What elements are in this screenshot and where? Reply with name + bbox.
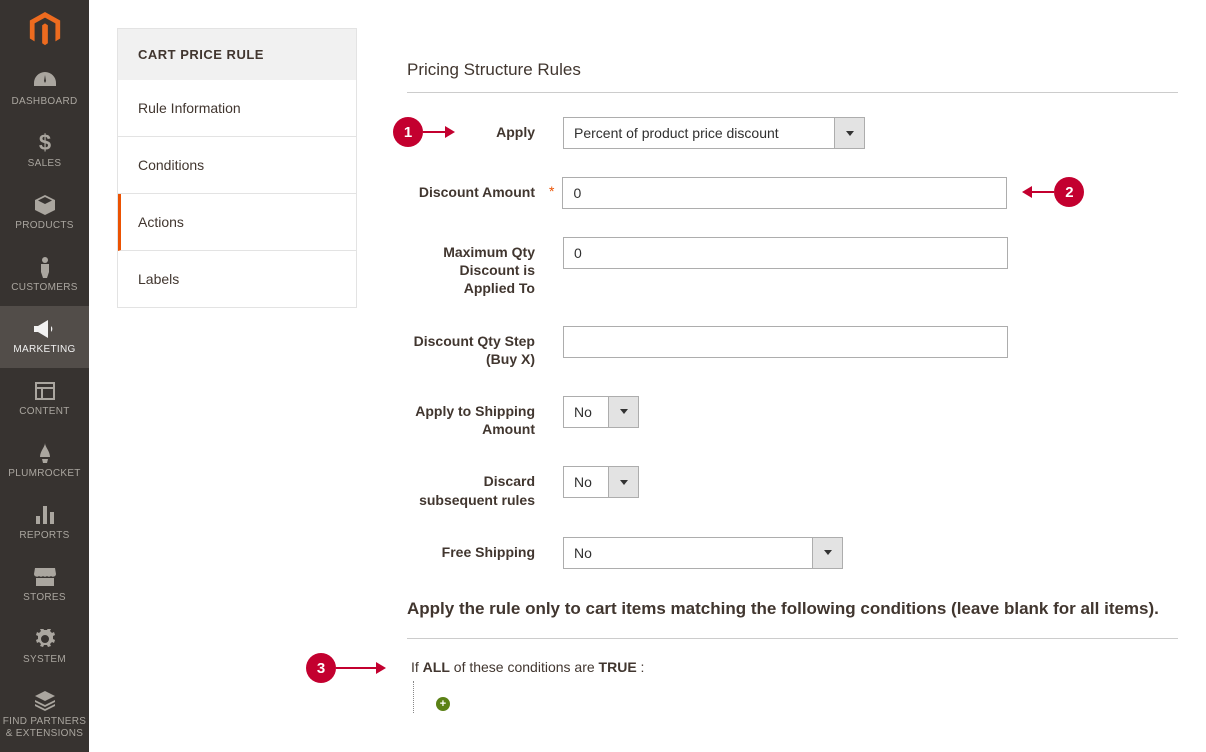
label-max-qty: Maximum Qty Discount is Applied To: [407, 237, 549, 298]
nav-label: MARKETING: [13, 344, 75, 356]
row-apply-shipping: Apply to Shipping Amount No: [407, 396, 1178, 438]
row-max-qty: Maximum Qty Discount is Applied To: [407, 237, 1178, 298]
dashboard-icon: [33, 70, 57, 92]
store-icon: [33, 566, 57, 588]
annotation-2: 2: [1022, 177, 1084, 207]
row-apply: 1 Apply Percent of product price discoun…: [407, 117, 1178, 149]
panel-item-actions[interactable]: Actions: [118, 194, 356, 251]
main-content: CART PRICE RULE Rule Information Conditi…: [89, 0, 1206, 752]
label-apply-shipping: Apply to Shipping Amount: [407, 396, 549, 438]
condition-mid: of these conditions are: [450, 659, 599, 675]
nav-plumrocket[interactable]: PLUMROCKET: [0, 430, 89, 492]
nav-label: CUSTOMERS: [11, 282, 77, 294]
section-title: Pricing Structure Rules: [407, 60, 1178, 80]
panel-item-conditions[interactable]: Conditions: [118, 137, 356, 194]
dollar-icon: $: [33, 132, 57, 154]
divider: [407, 92, 1178, 93]
person-icon: [33, 256, 57, 278]
arrow-right-icon: [376, 662, 386, 674]
apply-select[interactable]: Percent of product price discount: [563, 117, 865, 149]
chevron-down-icon[interactable]: [834, 118, 864, 148]
nav-label: STORES: [23, 592, 66, 604]
discard-select[interactable]: No: [563, 466, 639, 498]
nav-label: SYSTEM: [23, 654, 66, 666]
layout-icon: [33, 380, 57, 402]
nav-label: PRODUCTS: [15, 220, 74, 232]
nav-label: SALES: [28, 158, 62, 170]
plumrocket-icon: [33, 442, 57, 464]
free-shipping-select[interactable]: No: [563, 537, 843, 569]
annotation-badge: 1: [393, 117, 423, 147]
arrow-line: [423, 131, 445, 133]
required-mark: *: [549, 177, 554, 199]
label-discount-amount: Discount Amount: [407, 177, 549, 201]
condition-text: If ALL of these conditions are TRUE :: [407, 659, 644, 675]
discount-amount-input[interactable]: [562, 177, 1007, 209]
max-qty-input[interactable]: [563, 237, 1008, 269]
bars-icon: [33, 504, 57, 526]
nav-reports[interactable]: REPORTS: [0, 492, 89, 554]
nav-customers[interactable]: CUSTOMERS: [0, 244, 89, 306]
annotation-badge: 3: [306, 653, 336, 683]
apply-shipping-select[interactable]: No: [563, 396, 639, 428]
nav-label: DASHBOARD: [11, 96, 77, 108]
megaphone-icon: [33, 318, 57, 340]
condition-prefix: If: [411, 659, 423, 675]
select-value: No: [564, 538, 812, 568]
side-panel: CART PRICE RULE Rule Information Conditi…: [117, 28, 357, 308]
admin-sidebar: DASHBOARD $ SALES PRODUCTS CUSTOMERS MAR…: [0, 0, 89, 752]
condition-true[interactable]: TRUE: [599, 659, 637, 675]
select-value: Percent of product price discount: [564, 118, 834, 148]
panel-item-labels[interactable]: Labels: [118, 251, 356, 307]
nav-dashboard[interactable]: DASHBOARD: [0, 58, 89, 120]
arrow-line: [1032, 191, 1054, 193]
panel-header: CART PRICE RULE: [118, 29, 356, 80]
condition-all[interactable]: ALL: [423, 659, 450, 675]
nav-label: CONTENT: [19, 406, 69, 418]
nav-content[interactable]: CONTENT: [0, 368, 89, 430]
gear-icon: [33, 628, 57, 650]
label-free-shipping: Free Shipping: [407, 537, 549, 561]
annotation-1: 1: [393, 117, 455, 147]
form-area: Pricing Structure Rules 1 Apply Percent …: [407, 28, 1178, 752]
partners-icon: [33, 690, 57, 712]
panel-item-rule-info[interactable]: Rule Information: [118, 80, 356, 137]
nav-system[interactable]: SYSTEM: [0, 616, 89, 678]
qty-step-input[interactable]: [563, 326, 1008, 358]
nav-sales[interactable]: $ SALES: [0, 120, 89, 182]
nav-products[interactable]: PRODUCTS: [0, 182, 89, 244]
subsection-title: Apply the rule only to cart items matchi…: [407, 597, 1178, 621]
divider: [407, 638, 1178, 639]
row-discount-amount: Discount Amount * 2: [407, 177, 1178, 209]
annotation-3: 3: [306, 653, 386, 683]
condition-suffix: :: [637, 659, 645, 675]
chevron-down-icon[interactable]: [608, 397, 638, 427]
nav-label: REPORTS: [19, 530, 69, 542]
magento-logo-icon: [27, 12, 62, 48]
add-condition-icon[interactable]: +: [436, 697, 450, 711]
box-icon: [33, 194, 57, 216]
nav-label: FIND PARTNERS & EXTENSIONS: [0, 716, 89, 740]
condition-row: 3 If ALL of these conditions are TRUE :: [407, 659, 1178, 675]
nav-partners[interactable]: FIND PARTNERS & EXTENSIONS: [0, 678, 89, 752]
annotation-badge: 2: [1054, 177, 1084, 207]
select-value: No: [564, 397, 608, 427]
row-qty-step: Discount Qty Step (Buy X): [407, 326, 1178, 368]
nav-stores[interactable]: STORES: [0, 554, 89, 616]
chevron-down-icon[interactable]: [812, 538, 842, 568]
svg-text:$: $: [38, 132, 50, 154]
label-qty-step: Discount Qty Step (Buy X): [407, 326, 549, 368]
label-discard: Discard subsequent rules: [407, 466, 549, 508]
arrow-left-icon: [1022, 186, 1032, 198]
arrow-line: [336, 667, 376, 669]
arrow-right-icon: [445, 126, 455, 138]
nav-marketing[interactable]: MARKETING: [0, 306, 89, 368]
row-free-shipping: Free Shipping No: [407, 537, 1178, 569]
nav-label: PLUMROCKET: [8, 468, 80, 480]
chevron-down-icon[interactable]: [608, 467, 638, 497]
select-value: No: [564, 467, 608, 497]
condition-tree: +: [413, 681, 1178, 713]
row-discard: Discard subsequent rules No: [407, 466, 1178, 508]
